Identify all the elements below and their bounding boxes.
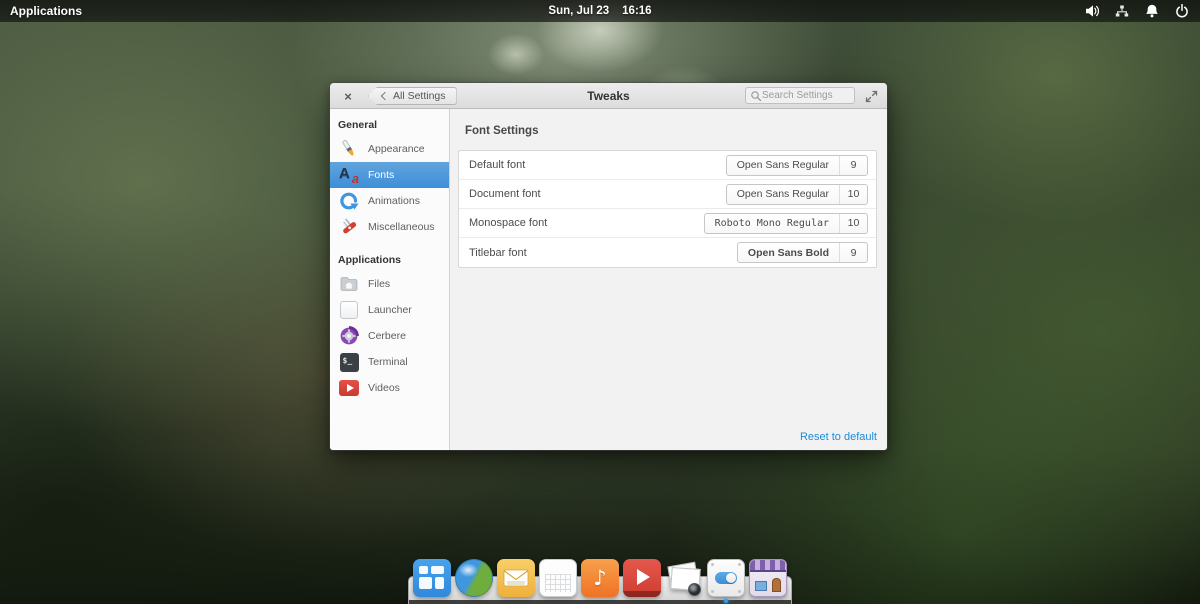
animations-icon	[338, 190, 360, 212]
reset-to-default-link[interactable]: Reset to default	[800, 431, 877, 443]
terminal-icon: $_	[338, 351, 360, 373]
sidebar-item-files[interactable]: Files	[330, 271, 449, 297]
titlebar[interactable]: × All Settings Tweaks	[330, 83, 887, 109]
font-size-value[interactable]: 10	[839, 184, 867, 204]
tweaks-window: × All Settings Tweaks General	[330, 83, 887, 450]
videos-app-icon	[623, 559, 661, 597]
sidebar-item-fonts[interactable]: Aa Fonts	[330, 162, 449, 188]
dock-item-music[interactable]: ♪	[579, 559, 621, 597]
document-font-picker-button[interactable]: Open Sans Regular 10	[725, 183, 868, 205]
dock-item-multitasking[interactable]	[411, 559, 453, 597]
sidebar-item-label: Miscellaneous	[368, 221, 435, 233]
desktop: Applications Sun, Jul 23 16:16 × All Set…	[0, 0, 1200, 604]
sidebar-item-label: Appearance	[368, 143, 425, 155]
multitasking-icon	[413, 559, 451, 597]
row-monospace-font: Monospace font Roboto Mono Regular 10	[459, 209, 876, 238]
sidebar-item-label: Terminal	[368, 356, 408, 368]
font-size-value[interactable]: 10	[839, 213, 867, 233]
search-icon	[751, 90, 762, 101]
sidebar-item-cerbere[interactable]: Cerbere	[330, 323, 449, 349]
titlebar-font-picker-button[interactable]: Open Sans Bold 9	[736, 242, 868, 263]
top-panel: Applications Sun, Jul 23 16:16	[0, 0, 1200, 22]
sidebar-heading-applications: Applications	[338, 254, 402, 266]
sidebar-item-launcher[interactable]: Launcher	[330, 297, 449, 323]
sidebar-item-label: Fonts	[368, 169, 395, 181]
maximize-icon	[865, 90, 877, 102]
sidebar-item-label: Videos	[368, 382, 400, 394]
power-icon[interactable]	[1174, 3, 1190, 19]
fonts-icon: Aa	[339, 165, 359, 186]
row-label: Default font	[469, 159, 526, 171]
sidebar-item-label: Launcher	[368, 304, 412, 316]
mail-icon	[497, 559, 535, 597]
calendar-icon	[539, 559, 577, 597]
font-name-value[interactable]: Open Sans Regular	[727, 156, 839, 175]
sidebar-item-label: Cerbere	[368, 330, 406, 342]
row-label: Titlebar font	[469, 246, 527, 259]
notifications-icon[interactable]	[1144, 3, 1160, 19]
dock-item-videos[interactable]	[621, 559, 663, 597]
photos-icon	[665, 559, 703, 597]
row-label: Monospace font	[469, 217, 548, 229]
font-settings-table: Default font Open Sans Regular 9 Documen…	[458, 150, 877, 268]
appearance-icon	[338, 138, 360, 160]
sidebar-item-animations[interactable]: Animations	[330, 188, 449, 214]
sidebar-item-miscellaneous[interactable]: Miscellaneous	[330, 214, 449, 240]
dock-item-web-browser[interactable]	[453, 559, 495, 597]
search-field[interactable]	[745, 87, 855, 104]
miscellaneous-icon	[338, 216, 360, 238]
cerbere-icon	[338, 325, 360, 347]
row-label: Document font	[469, 188, 541, 200]
dock-item-mail[interactable]	[495, 559, 537, 597]
font-size-value[interactable]: 9	[839, 243, 867, 262]
dock: ♪	[408, 558, 792, 604]
window-body: General Appearance Aa Fonts Animations M…	[330, 109, 887, 450]
font-name-value[interactable]: Roboto Mono Regular	[705, 214, 839, 233]
sidebar-item-label: Files	[368, 278, 391, 290]
dock-icons: ♪	[408, 559, 792, 603]
maximize-button[interactable]	[863, 88, 879, 104]
launcher-icon	[338, 299, 360, 321]
row-titlebar-font: Titlebar font Open Sans Bold 9	[459, 238, 876, 267]
files-icon	[338, 273, 360, 295]
dock-item-appcenter[interactable]	[747, 559, 789, 597]
font-name-value[interactable]: Open Sans Bold	[738, 243, 839, 262]
row-default-font: Default font Open Sans Regular 9	[459, 151, 876, 180]
row-document-font: Document font Open Sans Regular 10	[459, 180, 876, 209]
volume-icon[interactable]	[1084, 3, 1100, 19]
dock-item-calendar[interactable]	[537, 559, 579, 597]
videos-icon	[338, 377, 360, 399]
sidebar-heading-general: General	[338, 119, 378, 131]
font-size-value[interactable]: 9	[839, 155, 867, 175]
panel-heading: Font Settings	[465, 125, 539, 137]
default-font-picker-button[interactable]: Open Sans Regular 9	[725, 154, 868, 176]
dock-item-photos[interactable]	[663, 559, 705, 597]
sidebar-item-videos[interactable]: Videos	[330, 375, 449, 401]
music-icon: ♪	[581, 559, 619, 597]
sidebar-item-appearance[interactable]: Appearance	[330, 136, 449, 162]
clock-date: Sun, Jul 23	[548, 5, 610, 17]
monospace-font-picker-button[interactable]: Roboto Mono Regular 10	[703, 212, 868, 234]
system-settings-icon	[707, 559, 745, 597]
applications-menu[interactable]: Applications	[0, 0, 92, 22]
font-name-value[interactable]: Open Sans Regular	[727, 185, 839, 204]
network-icon[interactable]	[1114, 3, 1130, 19]
clock-time: 16:16	[622, 5, 652, 17]
sidebar-item-terminal[interactable]: $_ Terminal	[330, 349, 449, 375]
search-input[interactable]	[762, 90, 850, 101]
dock-item-system-settings[interactable]	[705, 559, 747, 603]
font-settings-panel: Font Settings Default font Open Sans Reg…	[450, 109, 887, 450]
sidebar: General Appearance Aa Fonts Animations M…	[330, 109, 450, 450]
sidebar-item-label: Animations	[368, 195, 420, 207]
web-browser-icon	[455, 559, 493, 597]
appcenter-icon	[749, 559, 787, 597]
system-tray	[1084, 0, 1194, 22]
clock-indicator[interactable]: Sun, Jul 23 16:16	[548, 5, 651, 17]
